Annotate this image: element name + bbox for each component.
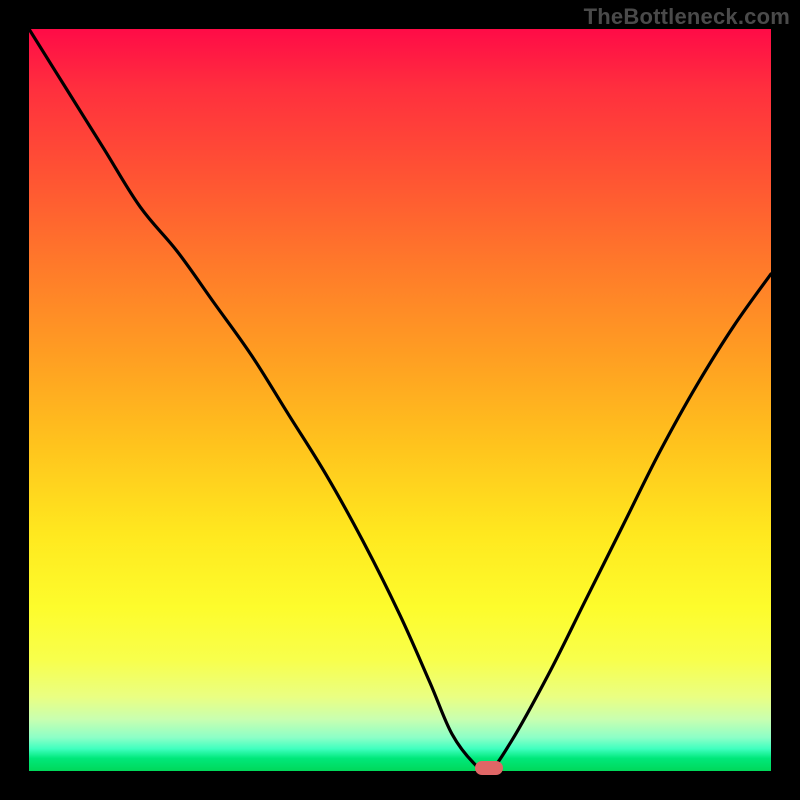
- curve-path: [29, 29, 771, 771]
- plot-area: [29, 29, 771, 771]
- optimum-marker: [475, 761, 503, 775]
- bottleneck-curve: [29, 29, 771, 771]
- watermark-text: TheBottleneck.com: [584, 4, 790, 30]
- chart-frame: TheBottleneck.com: [0, 0, 800, 800]
